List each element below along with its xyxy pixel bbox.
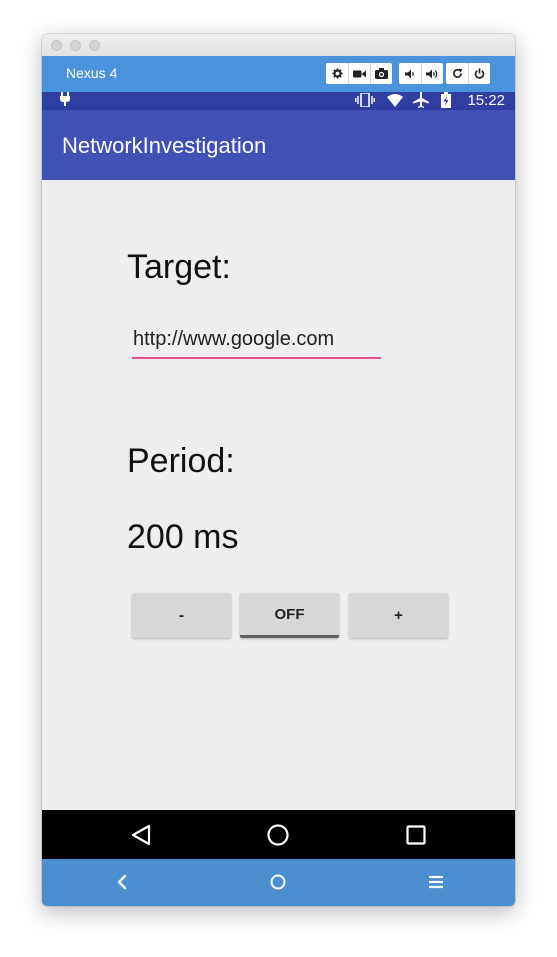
usb-icon [60,92,70,106]
rotate-button[interactable] [446,63,468,84]
volume-down-button[interactable] [399,63,421,84]
volume-down-icon [404,69,414,78]
minimize-window-button[interactable] [70,40,81,51]
home-circle-icon[interactable] [267,824,289,846]
recents-square-icon[interactable] [405,824,427,846]
increase-period-button[interactable]: + [349,593,448,638]
chevron-left-icon[interactable] [112,872,132,892]
app-title: NetworkInvestigation [62,133,267,158]
screenshot-button[interactable] [370,63,392,84]
app-bar: NetworkInvestigation [42,110,515,180]
main-content: Target: Period: 200 ms - OFF + [42,180,515,810]
battery-icon [441,92,451,108]
android-nav-bar [42,810,515,859]
power-button[interactable] [468,63,490,84]
close-window-button[interactable] [51,40,62,51]
menu-icon[interactable] [426,872,446,892]
zoom-window-button[interactable] [89,40,100,51]
gear-icon [331,68,343,79]
back-triangle-icon[interactable] [130,824,152,846]
period-label: Period: [127,442,235,480]
android-status-bar: 15:22 [42,92,515,110]
volume-up-button[interactable] [421,63,443,84]
window-titlebar [42,34,515,57]
emulator-toolbar: Nexus 4 [42,56,515,92]
power-icon [474,68,485,79]
on-off-toggle-button[interactable]: OFF [240,593,339,638]
toolbar-group-capture [326,63,392,84]
status-time: 15:22 [467,92,505,109]
camera-icon [375,68,388,79]
rotate-icon [452,68,463,78]
emulator-window: Nexus 4 15:22 NetworkInvestigation Targe… [42,34,515,906]
device-name: Nexus 4 [66,65,118,81]
volume-up-icon [426,69,438,78]
toolbar-group-volume [399,63,443,84]
target-url-field[interactable] [132,325,381,359]
wifi-icon [387,94,403,107]
emulator-bottom-bar [42,859,515,906]
airplane-icon [413,92,429,108]
home-circle-icon[interactable] [268,872,288,892]
vibrate-icon [355,93,375,107]
toolbar-group-device [446,63,490,84]
decrease-period-button[interactable]: - [132,593,231,638]
video-camera-icon [353,70,366,77]
settings-button[interactable] [326,63,348,84]
period-value: 200 ms [127,518,239,556]
target-label: Target: [127,248,231,286]
record-video-button[interactable] [348,63,370,84]
